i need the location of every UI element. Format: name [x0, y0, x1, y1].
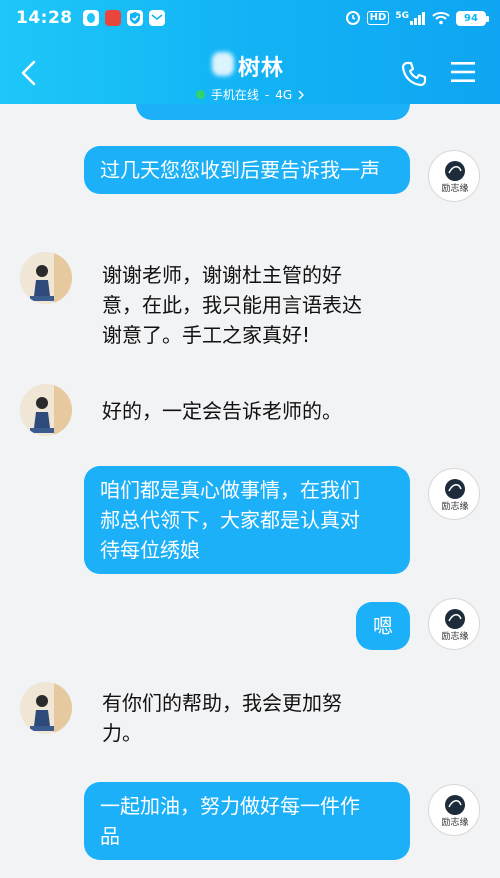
message-bubble-incoming[interactable]: 有你们的帮助，我会更加努 力。	[102, 688, 402, 748]
hd-badge: HD	[366, 11, 390, 25]
contact-avatar[interactable]	[20, 252, 72, 304]
redaction-mask	[211, 52, 234, 76]
back-button[interactable]	[18, 58, 40, 88]
mail-notification-icon	[148, 10, 165, 26]
chevron-left-icon	[21, 60, 36, 86]
chat-header: 14:28 HD 5G 94 树林 手机在线 - 4G	[0, 0, 500, 104]
status-indicators: HD 5G 94	[345, 10, 489, 26]
svg-text:励志缘: 励志缘	[441, 182, 468, 194]
my-avatar[interactable]: 励志缘	[428, 598, 480, 650]
message-bubble-outgoing[interactable]: 过几天您您收到后要告诉我一声	[84, 146, 410, 194]
person-photo-icon	[20, 384, 72, 436]
message-bubble-outgoing[interactable]: 一起加油，努力做好每一件作 品	[84, 782, 410, 860]
status-time: 14:28	[16, 8, 73, 28]
shield-notification-icon	[126, 10, 143, 26]
person-photo-icon	[20, 252, 72, 304]
contact-title[interactable]: 树林 手机在线 - 4G	[150, 50, 350, 103]
message-bubble-incoming[interactable]: 好的，一定会告诉老师的。	[102, 396, 402, 426]
contact-online-status: 手机在线 - 4G	[150, 86, 350, 103]
message-bubble-outgoing[interactable]: 嗯	[356, 602, 410, 650]
contact-name: 树林	[211, 50, 284, 82]
battery-icon: 94	[456, 10, 489, 26]
signal-icon	[410, 12, 425, 25]
phone-icon	[401, 61, 427, 87]
chevron-right-icon	[298, 90, 305, 99]
alarm-icon	[345, 11, 360, 25]
hamburger-menu-icon	[451, 62, 475, 82]
wifi-icon	[432, 12, 450, 25]
status-bar: 14:28 HD 5G 94	[0, 0, 500, 36]
menu-button[interactable]	[450, 60, 476, 84]
chat-message-list[interactable]: 过几天您您收到后要告诉我一声 励志缘 谢谢老师，谢谢杜主管的好 意，在此，我只能…	[0, 104, 500, 878]
message-bubble-outgoing[interactable]: 咱们都是真心做事情，在我们 郝总代领下，大家都是认真对 待每位绣娘	[84, 466, 410, 574]
previous-message-bubble	[136, 104, 410, 120]
svg-text:励志缘: 励志缘	[441, 816, 468, 828]
app-notification-icon	[104, 10, 121, 26]
notification-icons	[82, 10, 165, 26]
network-indicator: 5G	[395, 11, 426, 25]
svg-text:励志缘: 励志缘	[441, 630, 468, 642]
person-photo-icon	[20, 682, 72, 734]
online-dot-icon	[195, 90, 205, 99]
my-avatar[interactable]: 励志缘	[428, 150, 480, 202]
message-bubble-incoming[interactable]: 谢谢老师，谢谢杜主管的好 意，在此，我只能用言语表达 谢意了。手工之家真好!	[102, 260, 402, 350]
my-avatar[interactable]: 励志缘	[428, 468, 480, 520]
svg-text:励志缘: 励志缘	[441, 500, 468, 512]
brand-logo-icon: 励志缘	[441, 795, 469, 828]
brand-logo-icon: 励志缘	[441, 161, 469, 194]
my-avatar[interactable]: 励志缘	[428, 784, 480, 836]
contact-avatar[interactable]	[20, 384, 72, 436]
call-button[interactable]	[400, 60, 428, 88]
brand-logo-icon: 励志缘	[441, 609, 469, 642]
qq-notification-icon	[82, 10, 99, 26]
contact-avatar[interactable]	[20, 682, 72, 734]
brand-logo-icon: 励志缘	[441, 479, 469, 512]
